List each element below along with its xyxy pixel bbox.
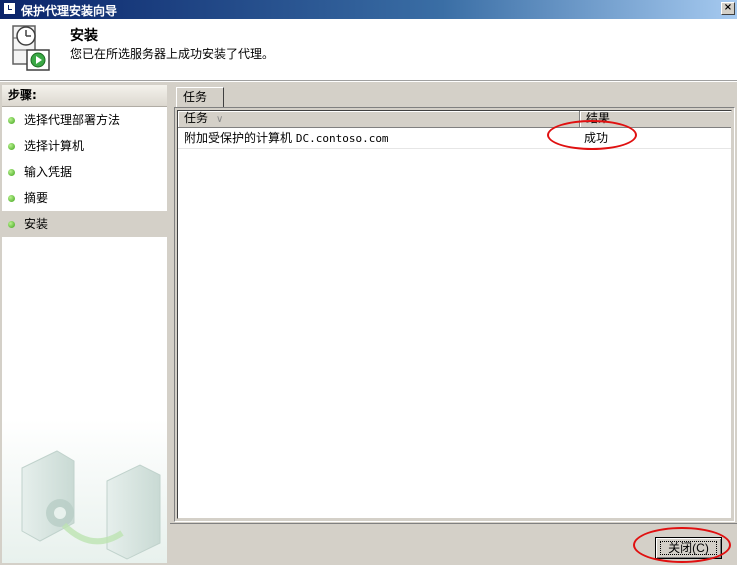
green-dot-icon (8, 195, 15, 202)
green-dot-icon (8, 169, 15, 176)
step-label: 选择计算机 (24, 139, 85, 153)
step-item: 选择计算机 (2, 133, 167, 159)
title-bar: 保护代理安装向导 × (0, 0, 737, 19)
step-label: 摘要 (24, 191, 49, 205)
step-label: 安装 (24, 217, 49, 231)
step-item: 选择代理部署方法 (2, 107, 167, 133)
green-dot-icon (8, 117, 15, 124)
wizard-header: 安装 您已在所选服务器上成功安装了代理。 (0, 19, 737, 81)
highlight-circle-close (633, 527, 731, 563)
page-title: 安装 (70, 28, 98, 44)
step-item: 输入凭据 (2, 159, 167, 185)
task-list[interactable]: 任务 ∨ 结果 附加受保护的计算机 DC.contoso.com 成功 (177, 110, 732, 519)
steps-panel: 步骤: 选择代理部署方法 选择计算机 输入凭据 摘要 安装 (2, 85, 167, 563)
steps-heading: 步骤: (2, 85, 167, 107)
step-item-active: 安装 (2, 211, 167, 237)
agent-install-icon (12, 25, 50, 71)
task-cell: 附加受保护的计算机 DC.contoso.com (184, 131, 389, 145)
step-item: 摘要 (2, 185, 167, 211)
page-subtitle: 您已在所选服务器上成功安装了代理。 (70, 47, 275, 61)
highlight-circle-result (547, 120, 637, 150)
sort-arrow-icon: ∨ (216, 114, 224, 125)
green-dot-icon (8, 221, 15, 228)
column-header-row: 任务 ∨ 结果 (178, 111, 731, 128)
tab-tasks[interactable]: 任务 (176, 87, 224, 108)
servers-illustration-icon (21, 450, 161, 560)
table-row[interactable]: 附加受保护的计算机 DC.contoso.com 成功 (178, 128, 731, 149)
bottom-divider (170, 523, 737, 524)
clock-app-icon (3, 2, 16, 15)
header-divider (0, 81, 737, 82)
column-header-task[interactable]: 任务 ∨ (178, 111, 580, 127)
window-close-button[interactable]: × (721, 2, 735, 15)
window-title: 保护代理安装向导 (21, 4, 118, 18)
step-label: 选择代理部署方法 (24, 113, 121, 127)
green-dot-icon (8, 143, 15, 150)
tab-content: 任务 ∨ 结果 附加受保护的计算机 DC.contoso.com 成功 (174, 107, 735, 522)
step-label: 输入凭据 (24, 165, 73, 179)
